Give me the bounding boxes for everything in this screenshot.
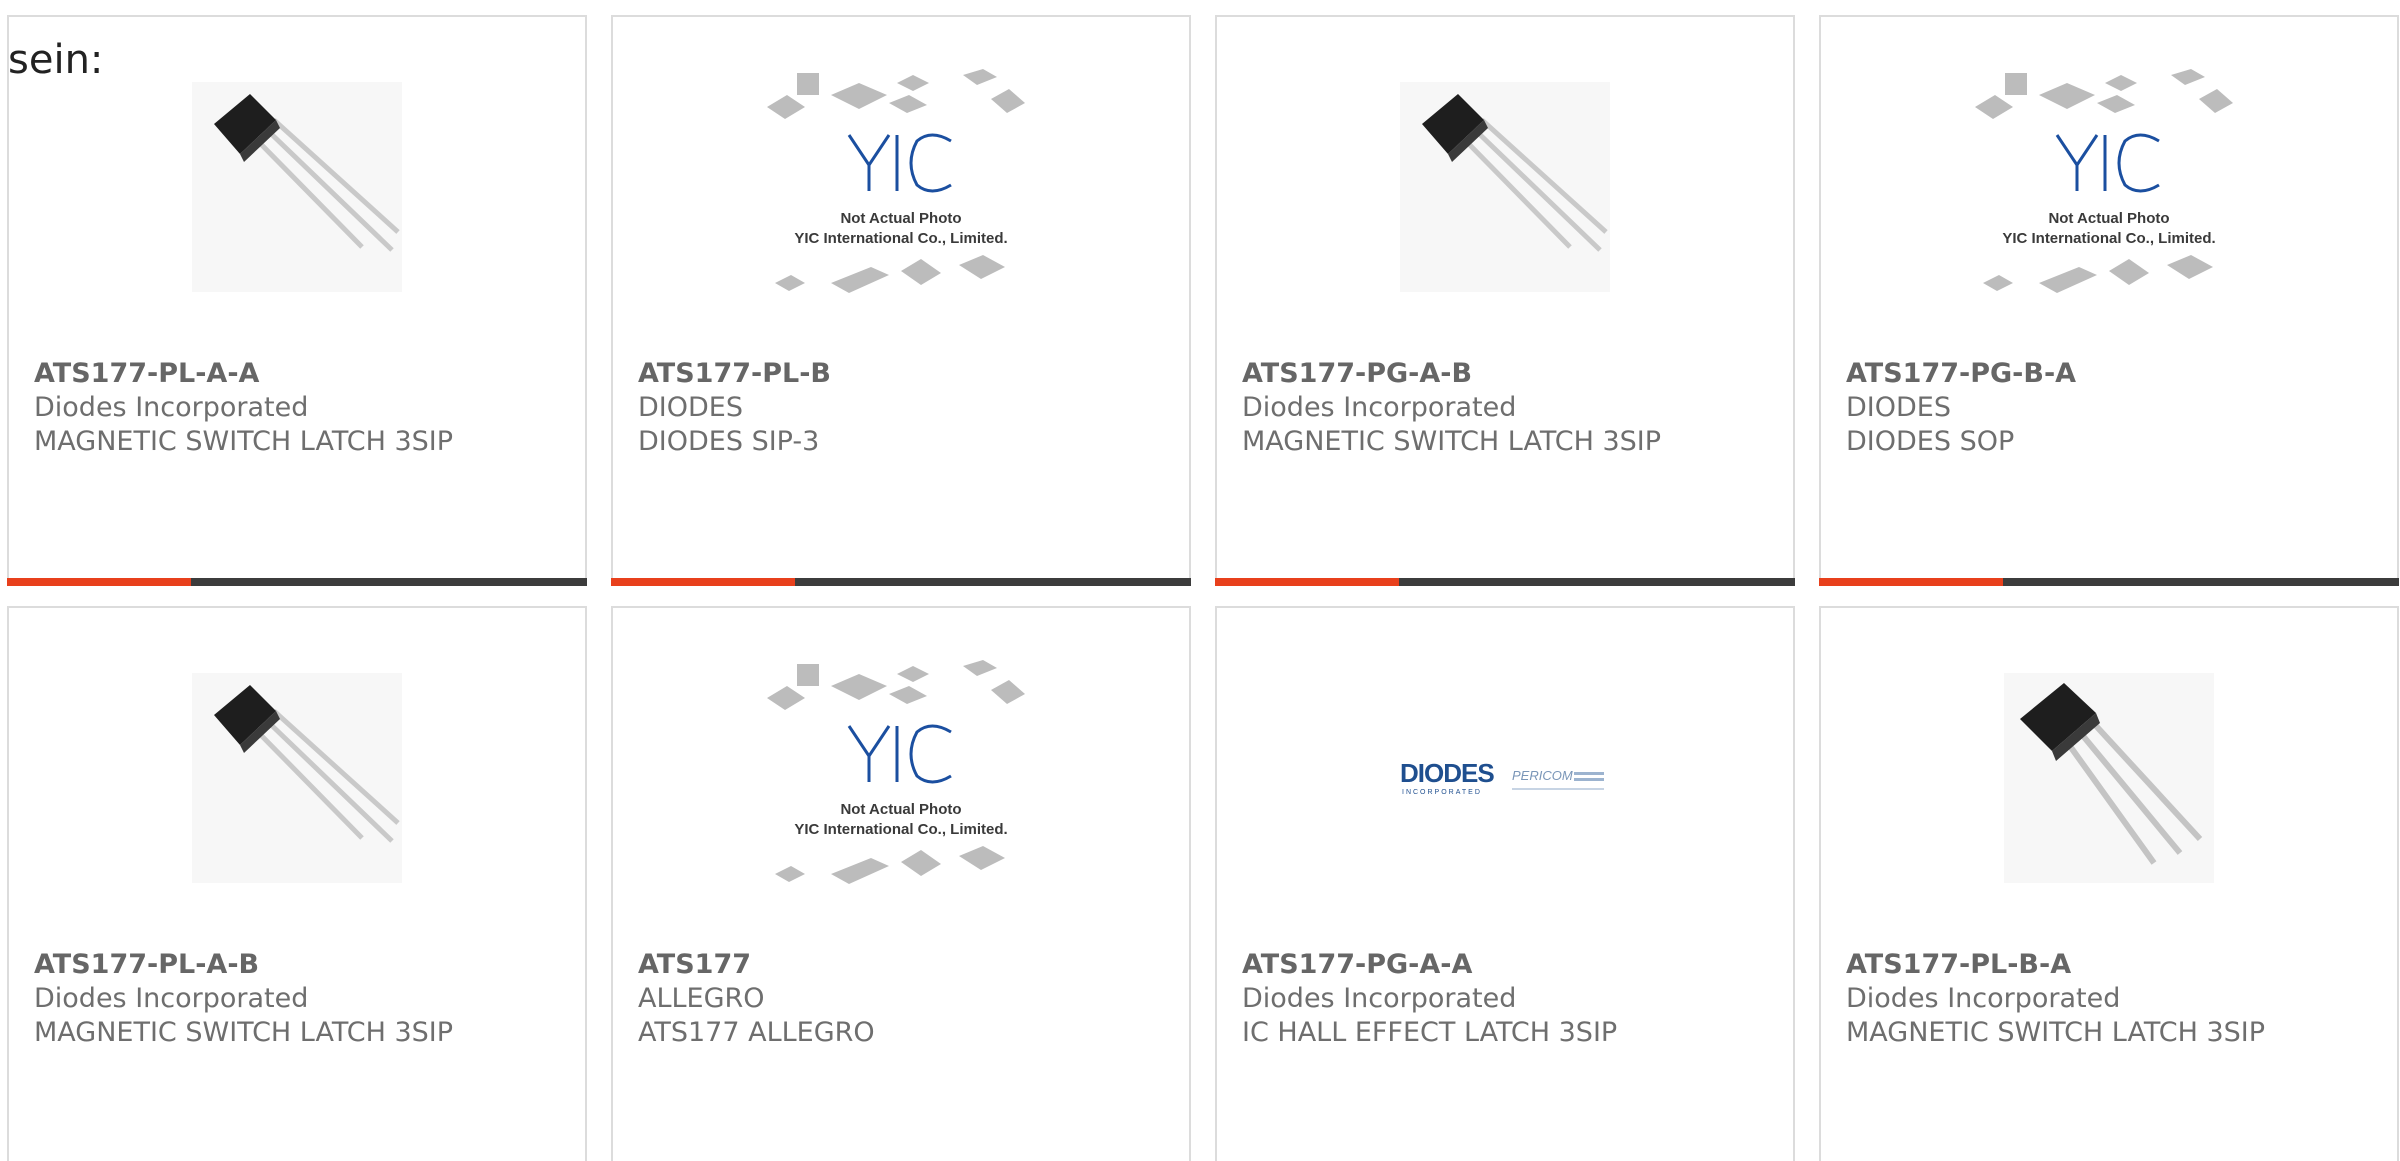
diodes-brand-text: DIODES <box>1400 758 1494 788</box>
part-number[interactable]: ATS177-PG-B-A <box>1846 357 2377 391</box>
card-accent-bar <box>611 578 795 586</box>
product-image[interactable]: Not Actual Photo YIC International Co., … <box>613 660 1189 884</box>
manufacturer: Diodes Incorporated <box>34 983 309 1014</box>
yic-placeholder-icon: Not Actual Photo YIC International Co., … <box>767 660 1025 884</box>
placeholder-line2: YIC International Co., Limited. <box>794 821 1007 838</box>
description: ATS177 ALLEGRO <box>638 1017 875 1048</box>
product-info: ATS177-PG-B-A DIODES DIODES SOP <box>1846 357 2377 459</box>
placeholder-line2: YIC International Co., Limited. <box>794 230 1007 247</box>
product-card[interactable]: Not Actual Photo YIC International Co., … <box>1819 15 2399 586</box>
manufacturer: Diodes Incorporated <box>1846 983 2121 1014</box>
product-card[interactable]: DIODES INCORPORATED PERICOM ATS177-PG-A-… <box>1215 606 1795 1161</box>
card-bottom-bar <box>1215 578 1795 586</box>
product-image[interactable]: Not Actual Photo YIC International Co., … <box>613 69 1189 293</box>
part-number[interactable]: ATS177-PG-A-B <box>1242 357 1773 391</box>
product-card[interactable]: Not Actual Photo YIC International Co., … <box>611 15 1191 586</box>
description: DIODES SOP <box>1846 426 2015 457</box>
product-info: ATS177 ALLEGRO ATS177 ALLEGRO <box>638 948 1169 1050</box>
placeholder-line1: Not Actual Photo <box>840 801 961 818</box>
part-number[interactable]: ATS177-PL-B <box>638 357 1169 391</box>
product-image[interactable] <box>1821 673 2397 883</box>
description: MAGNETIC SWITCH LATCH 3SIP <box>1846 1017 2266 1048</box>
transistor-photo-icon <box>1400 82 1610 292</box>
part-number[interactable]: ATS177 <box>638 948 1169 982</box>
product-card[interactable]: ATS177-PL-A-B Diodes Incorporated MAGNET… <box>7 606 587 1161</box>
product-image[interactable] <box>1217 82 1793 292</box>
manufacturer: Diodes Incorporated <box>1242 392 1517 423</box>
part-number[interactable]: ATS177-PL-A-A <box>34 357 565 391</box>
card-bottom-bar <box>1819 578 2399 586</box>
diodes-sub-text: INCORPORATED <box>1402 789 1482 796</box>
manufacturer: DIODES <box>1846 392 1951 423</box>
product-card[interactable]: Not Actual Photo YIC International Co., … <box>611 606 1191 1161</box>
placeholder-line1: Not Actual Photo <box>840 210 961 227</box>
product-card[interactable]: ATS177-PG-A-B Diodes Incorporated MAGNET… <box>1215 15 1795 586</box>
transistor-photo-icon <box>192 673 402 883</box>
card-accent-bar <box>1215 578 1399 586</box>
description: MAGNETIC SWITCH LATCH 3SIP <box>34 426 454 457</box>
product-image[interactable] <box>9 673 585 883</box>
part-number[interactable]: ATS177-PL-A-B <box>34 948 565 982</box>
diodes-logo-icon: DIODES INCORPORATED PERICOM <box>1400 758 1604 796</box>
card-bottom-bar <box>611 578 1191 586</box>
product-info: ATS177-PG-A-B Diodes Incorporated MAGNET… <box>1242 357 1773 459</box>
card-accent-bar <box>1819 578 2003 586</box>
description: IC HALL EFFECT LATCH 3SIP <box>1242 1017 1618 1048</box>
description: DIODES SIP-3 <box>638 426 820 457</box>
card-accent-bar <box>7 578 191 586</box>
manufacturer: Diodes Incorporated <box>1242 983 1517 1014</box>
placeholder-line2: YIC International Co., Limited. <box>2002 230 2215 247</box>
product-image[interactable] <box>9 82 585 292</box>
transistor-photo-icon <box>192 82 402 292</box>
yic-placeholder-icon: Not Actual Photo YIC International Co., … <box>767 69 1025 293</box>
product-info: ATS177-PL-B DIODES DIODES SIP-3 <box>638 357 1169 459</box>
product-card[interactable]: ATS177-PL-A-A Diodes Incorporated MAGNET… <box>7 15 587 586</box>
description: MAGNETIC SWITCH LATCH 3SIP <box>1242 426 1662 457</box>
product-info: ATS177-PL-B-A Diodes Incorporated MAGNET… <box>1846 948 2377 1050</box>
product-image[interactable]: Not Actual Photo YIC International Co., … <box>1821 69 2397 293</box>
product-listing-page: sein: ATS177-PL-A-A Diodes Incorporated … <box>0 0 2400 1161</box>
description: MAGNETIC SWITCH LATCH 3SIP <box>34 1017 454 1048</box>
part-number[interactable]: ATS177-PL-B-A <box>1846 948 2377 982</box>
lead-text: sein: <box>8 37 104 83</box>
product-info: ATS177-PG-A-A Diodes Incorporated IC HAL… <box>1242 948 1773 1050</box>
transistor-photo-icon <box>2004 673 2214 883</box>
card-bottom-bar <box>7 578 587 586</box>
manufacturer: DIODES <box>638 392 743 423</box>
manufacturer: ALLEGRO <box>638 983 765 1014</box>
yic-placeholder-icon: Not Actual Photo YIC International Co., … <box>1975 69 2233 293</box>
manufacturer: Diodes Incorporated <box>34 392 309 423</box>
product-info: ATS177-PL-A-A Diodes Incorporated MAGNET… <box>34 357 565 459</box>
placeholder-line1: Not Actual Photo <box>2048 210 2169 227</box>
product-image[interactable]: DIODES INCORPORATED PERICOM <box>1217 673 1793 883</box>
product-grid: ATS177-PL-A-A Diodes Incorporated MAGNET… <box>7 15 2400 1161</box>
part-number[interactable]: ATS177-PG-A-A <box>1242 948 1773 982</box>
product-card[interactable]: ATS177-PL-B-A Diodes Incorporated MAGNET… <box>1819 606 2399 1161</box>
pericom-text: PERICOM <box>1512 768 1573 783</box>
product-info: ATS177-PL-A-B Diodes Incorporated MAGNET… <box>34 948 565 1050</box>
